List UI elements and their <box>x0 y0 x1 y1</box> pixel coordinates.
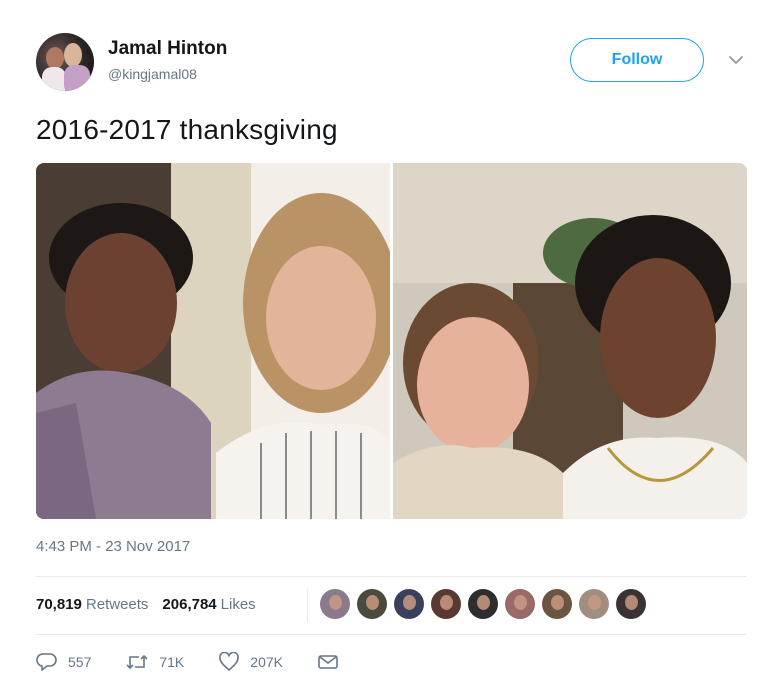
likes-stat[interactable]: 206,784 Likes <box>162 596 255 613</box>
liker-avatar[interactable] <box>431 589 461 619</box>
like-count: 207K <box>250 654 283 670</box>
reply-button[interactable]: 557 <box>36 652 91 672</box>
divider <box>36 634 746 635</box>
liker-avatar[interactable] <box>579 589 609 619</box>
reply-icon <box>36 653 57 671</box>
likes-count: 206,784 <box>162 596 217 613</box>
retweet-count: 71K <box>159 654 185 670</box>
tweet-actions: 557 71K 207K <box>36 652 383 672</box>
retweets-stat[interactable]: 70,819 Retweets <box>36 596 148 613</box>
engagement-stats: 70,819 Retweets 206,784 Likes <box>36 596 256 613</box>
retweet-button[interactable]: 71K <box>125 652 184 672</box>
tweet-photo-left[interactable] <box>36 163 390 519</box>
heart-icon <box>219 652 240 671</box>
liker-avatar[interactable] <box>468 589 498 619</box>
retweets-label: Retweets <box>85 596 149 613</box>
liker-avatars <box>320 589 653 619</box>
tweet-photo-right[interactable] <box>393 163 747 519</box>
author-avatar[interactable] <box>36 33 94 91</box>
author-name[interactable]: Jamal Hinton <box>108 38 227 60</box>
stats-divider <box>307 588 308 622</box>
liker-avatar[interactable] <box>357 589 387 619</box>
tweet-card: Jamal Hinton @kingjamal08 Follow 2016-20… <box>0 0 780 694</box>
retweets-count: 70,819 <box>36 596 82 613</box>
liker-avatar[interactable] <box>394 589 424 619</box>
liker-avatar[interactable] <box>505 589 535 619</box>
liker-avatar[interactable] <box>542 589 572 619</box>
direct-message-button[interactable] <box>317 653 349 671</box>
liker-avatar[interactable] <box>616 589 646 619</box>
retweet-icon <box>126 654 148 670</box>
follow-button[interactable]: Follow <box>570 38 704 82</box>
like-button[interactable]: 207K <box>218 652 283 672</box>
tweet-timestamp[interactable]: 4:43 PM - 23 Nov 2017 <box>36 538 190 555</box>
message-icon <box>318 655 338 669</box>
author-handle[interactable]: @kingjamal08 <box>108 66 197 82</box>
reply-count: 557 <box>68 654 92 670</box>
tweet-text: 2016-2017 thanksgiving <box>36 114 338 145</box>
liker-avatar[interactable] <box>320 589 350 619</box>
divider <box>36 576 746 577</box>
chevron-down-icon[interactable] <box>726 52 746 68</box>
likes-label: Likes <box>220 596 256 613</box>
